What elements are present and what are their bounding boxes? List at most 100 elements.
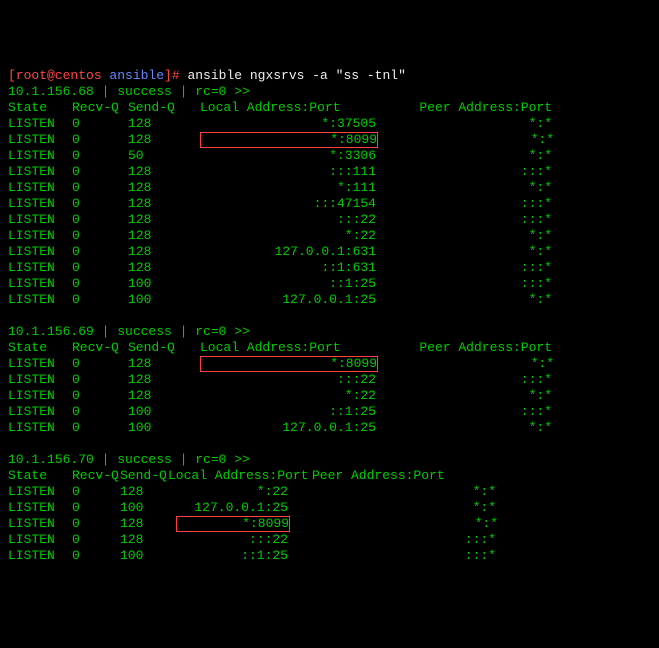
cell-state: LISTEN (8, 244, 72, 260)
table-row: StateRecv-QSend-QLocal Address:PortPeer … (8, 100, 651, 116)
cell-laddr: *:22 (200, 228, 376, 244)
cell-send: 128 (128, 180, 200, 196)
host-header: 10.1.156.69 | success | rc=0 >> (8, 324, 651, 340)
cell-paddr: *:* (288, 500, 496, 516)
cell-recv: 0 (72, 532, 120, 548)
cell-recv: 0 (72, 228, 128, 244)
cell-paddr: :::* (376, 404, 552, 420)
cell-send: 128 (128, 356, 200, 372)
cell-recv: 0 (72, 260, 128, 276)
cell-state: LISTEN (8, 180, 72, 196)
cell-laddr: ::1:25 (176, 548, 288, 564)
cell-send: 100 (120, 548, 176, 564)
cell-paddr: :::* (376, 196, 552, 212)
cell-recv: 0 (72, 164, 128, 180)
cell-state: LISTEN (8, 404, 72, 420)
cell-laddr: :::22 (176, 532, 288, 548)
cell-state: LISTEN (8, 212, 72, 228)
table-row: LISTEN0100::1:25:::* (8, 404, 651, 420)
table-row: LISTEN0100127.0.0.1:25*:* (8, 500, 651, 516)
cell-paddr: *:* (290, 516, 498, 532)
prompt-user: [root@centos (8, 68, 109, 83)
cell-recv: 0 (72, 116, 128, 132)
cell-send: 128 (120, 516, 176, 532)
cell-state: LISTEN (8, 292, 72, 308)
cell-send: 128 (128, 260, 200, 276)
cell-laddr: *:3306 (200, 148, 376, 164)
cell-laddr: 127.0.0.1:25 (200, 420, 376, 436)
cell-laddr: *:8099 (200, 132, 378, 148)
table-row: LISTEN0128:::47154:::* (8, 196, 651, 212)
command-text: ansible ngxsrvs -a "ss -tnl" (187, 68, 405, 83)
cell-send: 128 (128, 244, 200, 260)
cell-state: LISTEN (8, 116, 72, 132)
cell-state: LISTEN (8, 276, 72, 292)
host-header: 10.1.156.68 | success | rc=0 >> (8, 84, 651, 100)
col-state: State (8, 340, 72, 356)
cell-state: LISTEN (8, 548, 72, 564)
table-row: LISTEN0128*:22*:* (8, 228, 651, 244)
cell-laddr: 127.0.0.1:25 (200, 292, 376, 308)
cell-laddr: ::1:25 (200, 404, 376, 420)
table-row: LISTEN0128:::22:::* (8, 532, 651, 548)
prompt-line: [root@centos ansible]# ansible ngxsrvs -… (8, 68, 651, 84)
cell-recv: 0 (72, 132, 128, 148)
cell-state: LISTEN (8, 484, 72, 500)
cell-paddr: :::* (288, 548, 496, 564)
cell-state: LISTEN (8, 196, 72, 212)
table-row: LISTEN0128*:22*:* (8, 484, 651, 500)
cell-paddr: *:* (376, 388, 552, 404)
table-row: LISTEN0128*:8099*:* (8, 132, 651, 148)
table-row: LISTEN0128*:8099*:* (8, 516, 651, 532)
table-row: StateRecv-QSend-QLocal Address:PortPeer … (8, 340, 651, 356)
cell-laddr: *:37505 (200, 116, 376, 132)
col-send: Send-Q (128, 340, 200, 356)
cell-recv: 0 (72, 148, 128, 164)
cell-send: 128 (128, 116, 200, 132)
cell-recv: 0 (72, 180, 128, 196)
cell-laddr: :::111 (200, 164, 376, 180)
col-paddr: Peer Address:Port (376, 340, 552, 356)
cell-state: LISTEN (8, 356, 72, 372)
table-row: LISTEN0128::1:631:::* (8, 260, 651, 276)
cell-laddr: ::1:25 (200, 276, 376, 292)
cell-recv: 0 (72, 292, 128, 308)
cell-state: LISTEN (8, 164, 72, 180)
cell-send: 128 (120, 532, 176, 548)
cell-state: LISTEN (8, 532, 72, 548)
table-row: LISTEN0128*:37505*:* (8, 116, 651, 132)
cell-laddr: *:8099 (176, 516, 290, 532)
cell-paddr: :::* (376, 164, 552, 180)
cell-state: LISTEN (8, 516, 72, 532)
table-row: LISTEN0128:::22:::* (8, 372, 651, 388)
cell-recv: 0 (72, 500, 120, 516)
col-send: Send-Q (128, 100, 200, 116)
cell-recv: 0 (72, 372, 128, 388)
cell-recv: 0 (72, 196, 128, 212)
cell-state: LISTEN (8, 228, 72, 244)
col-recv: Recv-Q (72, 468, 120, 484)
cell-state: LISTEN (8, 372, 72, 388)
cell-laddr: :::22 (200, 372, 376, 388)
cell-paddr: :::* (376, 276, 552, 292)
cell-send: 100 (120, 500, 176, 516)
blank-line (8, 436, 651, 452)
cell-state: LISTEN (8, 148, 72, 164)
cell-recv: 0 (72, 420, 128, 436)
col-state: State (8, 100, 72, 116)
cell-recv: 0 (72, 276, 128, 292)
table-row: StateRecv-QSend-QLocal Address:PortPeer … (8, 468, 651, 484)
cell-recv: 0 (72, 388, 128, 404)
host-header: 10.1.156.70 | success | rc=0 >> (8, 452, 651, 468)
cell-state: LISTEN (8, 388, 72, 404)
cell-send: 128 (128, 228, 200, 244)
cell-recv: 0 (72, 548, 120, 564)
cell-send: 100 (128, 276, 200, 292)
cell-recv: 0 (72, 404, 128, 420)
cell-paddr: :::* (288, 532, 496, 548)
cell-send: 100 (128, 420, 200, 436)
col-laddr: Local Address:Port (200, 340, 376, 356)
table-row: LISTEN0100127.0.0.1:25*:* (8, 420, 651, 436)
cell-paddr: *:* (376, 148, 552, 164)
cell-laddr: ::1:631 (200, 260, 376, 276)
